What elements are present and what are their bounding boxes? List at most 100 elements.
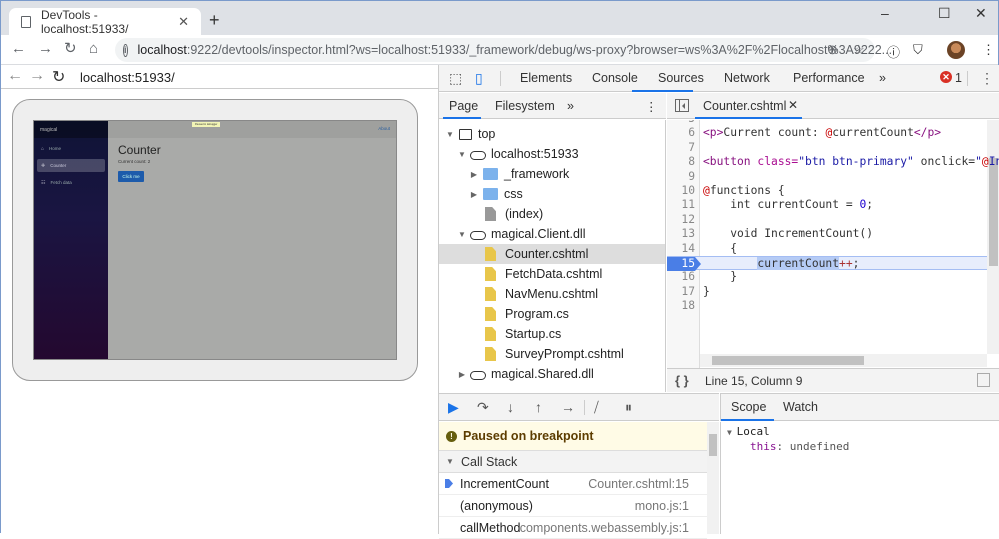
code-line[interactable]: 12 — [667, 213, 987, 227]
tree-item[interactable]: SurveyPrompt.cshtml — [439, 344, 665, 364]
click-me-button[interactable]: Click me — [118, 171, 144, 182]
tree-item[interactable]: ▼ localhost:51933 — [439, 144, 665, 164]
line-number[interactable]: 12 — [667, 213, 695, 227]
code-line[interactable]: 11 int currentCount = 0; — [667, 198, 987, 212]
code-line[interactable]: 7 — [667, 141, 987, 155]
screencast-url[interactable]: localhost:51933/ — [80, 70, 175, 85]
line-number[interactable]: 10 — [667, 184, 695, 198]
coverage-toggle-icon[interactable] — [977, 373, 990, 387]
line-number[interactable]: 6 — [667, 126, 695, 140]
code-line[interactable]: 10 @functions { — [667, 184, 987, 198]
shield-extension-icon[interactable]: ⛉ — [913, 42, 923, 58]
site-info-icon[interactable]: i — [123, 43, 128, 57]
frame-location[interactable]: mono.js:1 — [635, 499, 689, 513]
minimize-button[interactable]: – — [881, 5, 889, 21]
tree-item[interactable]: Program.cs — [439, 304, 665, 324]
scope-local-section[interactable]: ▼ Local — [727, 425, 770, 438]
nav-item-fetch-data[interactable]: ☷ Fetch data — [37, 176, 105, 189]
resume-icon[interactable]: ▶ — [448, 399, 459, 416]
error-icon[interactable]: ✕ — [940, 71, 952, 83]
back-icon[interactable]: ← — [7, 67, 23, 85]
close-window-button[interactable]: ✕ — [975, 5, 987, 22]
forward-icon[interactable]: → — [38, 40, 53, 58]
zoom-icon[interactable]: ⊕ — [827, 42, 838, 58]
scope-entry[interactable]: this: undefined — [750, 440, 849, 453]
device-toolbar-icon[interactable]: ▯ — [475, 70, 483, 87]
tree-item[interactable]: FetchData.cshtml — [439, 264, 665, 284]
code-line[interactable]: 6 <p>Current count: @currentCount</p> — [667, 126, 987, 140]
line-number[interactable]: 7 — [667, 141, 695, 155]
toggle-navigator-icon[interactable] — [675, 99, 689, 112]
expand-triangle-icon[interactable]: ▼ — [445, 130, 455, 139]
tab-sources[interactable]: Sources — [658, 71, 704, 85]
profile-avatar[interactable] — [947, 41, 965, 59]
code-line[interactable]: 13 void IncrementCount() — [667, 227, 987, 241]
tree-item[interactable]: ▶ _framework — [439, 164, 665, 184]
deactivate-breakpoints-icon[interactable]: ⧸ — [594, 399, 599, 416]
tree-item[interactable]: ▼ magical.Client.dll — [439, 224, 665, 244]
execution-line[interactable]: 15 currentCount++; — [667, 256, 987, 272]
call-frame[interactable]: callMethod components.webassembly.js:1 — [439, 517, 707, 539]
tab-page[interactable]: Page — [449, 99, 478, 113]
tree-item[interactable]: (index) — [439, 204, 665, 224]
bookmark-star-icon[interactable]: ☆ — [853, 42, 865, 58]
scroll-thumb[interactable] — [712, 356, 864, 365]
browser-tab[interactable]: DevTools - localhost:51933/ ✕ — [9, 8, 201, 36]
tab-network[interactable]: Network — [724, 71, 770, 85]
code-line[interactable]: 18 — [667, 299, 987, 313]
tab-elements[interactable]: Elements — [520, 71, 572, 85]
about-link[interactable]: About — [378, 126, 390, 131]
home-icon[interactable]: ⌂ — [89, 40, 98, 58]
new-tab-button[interactable]: + — [209, 11, 220, 29]
tab-console[interactable]: Console — [592, 71, 638, 85]
tab-watch[interactable]: Watch — [783, 400, 818, 414]
collapse-triangle-icon[interactable]: ▶ — [457, 370, 467, 379]
inspect-element-icon[interactable]: ⬚ — [449, 70, 462, 87]
tree-item[interactable]: ▶ css — [439, 184, 665, 204]
code-line[interactable]: 14 { — [667, 242, 987, 256]
more-tabs-button[interactable]: » — [879, 71, 886, 85]
maximize-button[interactable]: ☐ — [938, 5, 951, 22]
navigator-menu-icon[interactable]: ⋮ — [645, 99, 658, 114]
call-frame[interactable]: IncrementCount Counter.cshtml:15 — [439, 473, 707, 495]
line-number[interactable]: 16 — [667, 270, 695, 284]
tab-scope[interactable]: Scope — [731, 400, 766, 414]
menu-kebab-icon[interactable]: ⋮ — [982, 42, 995, 58]
close-editor-tab-icon[interactable]: ✕ — [788, 98, 798, 112]
forward-icon[interactable]: → — [29, 67, 45, 85]
expand-triangle-icon[interactable]: ▼ — [457, 230, 467, 239]
expand-triangle-icon[interactable]: ▼ — [457, 150, 467, 159]
line-number[interactable]: 14 — [667, 242, 695, 256]
line-number[interactable]: 15 — [667, 257, 701, 272]
app-brand[interactable]: magical — [34, 121, 108, 138]
call-frame[interactable]: (anonymous) mono.js:1 — [439, 495, 707, 517]
scroll-thumb[interactable] — [709, 434, 717, 456]
collapse-triangle-icon[interactable]: ▶ — [469, 190, 479, 199]
pretty-print-button[interactable]: { } — [675, 373, 689, 388]
reload-icon[interactable]: ↻ — [64, 40, 77, 58]
frame-location[interactable]: Counter.cshtml:15 — [588, 477, 689, 491]
back-icon[interactable]: ← — [11, 40, 26, 58]
nav-item-home[interactable]: ⌂ Home — [37, 142, 105, 155]
extension-icon[interactable]: ⓘ — [887, 42, 900, 61]
code-line[interactable]: 8 <button class="btn btn-primary" onclick… — [667, 155, 999, 169]
step-over-icon[interactable]: ↷ — [477, 399, 489, 416]
error-count[interactable]: 1 — [955, 71, 962, 85]
tab-performance[interactable]: Performance — [793, 71, 865, 85]
tab-filesystem[interactable]: Filesystem — [495, 99, 555, 113]
line-number[interactable]: 11 — [667, 198, 695, 212]
close-tab-icon[interactable]: ✕ — [178, 14, 189, 30]
tree-item[interactable]: NavMenu.cshtml — [439, 284, 665, 304]
horizontal-scrollbar[interactable] — [700, 354, 987, 367]
step-out-icon[interactable]: ↑ — [535, 399, 542, 415]
code-line[interactable]: 17} — [667, 285, 987, 299]
device-screen[interactable]: magical ⌂ Home ✚ Counter ☷ Fetch data About… — [33, 120, 397, 360]
step-icon[interactable]: → — [561, 399, 575, 415]
tree-item[interactable]: ▶ magical.Shared.dll — [439, 364, 665, 384]
tree-item[interactable]: ▼ top — [439, 124, 665, 144]
line-number[interactable]: 17 — [667, 285, 695, 299]
scroll-thumb[interactable] — [989, 158, 998, 266]
tree-item[interactable]: Counter.cshtml — [439, 244, 665, 264]
line-number[interactable]: 13 — [667, 227, 695, 241]
line-number[interactable]: 18 — [667, 299, 695, 313]
